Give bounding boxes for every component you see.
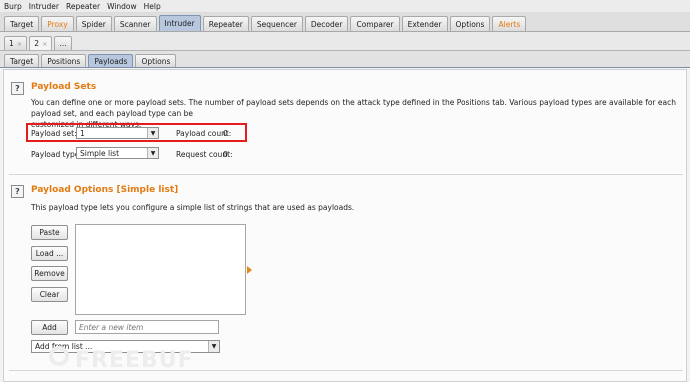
section-divider: [9, 174, 683, 175]
subtab-options[interactable]: Options: [135, 54, 177, 67]
tab-alerts[interactable]: Alerts: [492, 16, 527, 31]
payload-list[interactable]: [75, 224, 246, 315]
request-count-value: 0: [223, 150, 228, 159]
close-icon[interactable]: ×: [42, 40, 47, 48]
menu-repeater[interactable]: Repeater: [66, 2, 100, 11]
dropdown-arrow-icon: ▼: [147, 148, 158, 158]
tab-spider[interactable]: Spider: [75, 16, 112, 31]
description-line: You can define one or more payload sets.…: [31, 98, 676, 118]
payload-set-value: 1: [80, 128, 85, 138]
payload-options-title: Payload Options [Simple list]: [31, 185, 179, 195]
instance-tab-2[interactable]: 2 ×: [29, 36, 53, 50]
main-tab-bar: Target Proxy Spider Scanner Intruder Rep…: [0, 13, 690, 32]
tab-target[interactable]: Target: [4, 16, 40, 31]
clear-button[interactable]: Clear: [31, 287, 68, 302]
remove-button[interactable]: Remove: [31, 266, 68, 281]
watermark-logo-icon: [49, 346, 69, 366]
new-instance-tab[interactable]: ...: [54, 36, 72, 50]
tab-intruder[interactable]: Intruder: [158, 15, 201, 31]
payload-sets-title: Payload Sets: [31, 82, 97, 92]
subtab-target[interactable]: Target: [4, 54, 40, 67]
menu-bar: Burp Intruder Repeater Window Help: [0, 0, 690, 13]
new-item-input[interactable]: [75, 320, 219, 334]
play-arrow-icon[interactable]: [247, 266, 252, 274]
payload-type-select[interactable]: Simple list ▼: [76, 147, 159, 159]
close-icon[interactable]: ×: [17, 40, 22, 48]
dropdown-arrow-icon: ▼: [147, 128, 158, 138]
tab-sequencer[interactable]: Sequencer: [250, 16, 303, 31]
subtab-payloads[interactable]: Payloads: [88, 54, 134, 67]
tab-scanner[interactable]: Scanner: [113, 16, 157, 31]
menu-window[interactable]: Window: [107, 2, 137, 11]
section-divider: [9, 370, 683, 371]
new-item-field[interactable]: [76, 321, 218, 333]
payloads-panel: ? Payload Sets You can define one or mor…: [3, 69, 687, 382]
payload-set-select[interactable]: 1 ▼: [76, 127, 159, 139]
sub-tab-bar: Target Positions Payloads Options: [0, 51, 690, 68]
instance-tab-label: 1: [9, 39, 14, 48]
tab-proxy[interactable]: Proxy: [41, 16, 74, 31]
payload-options-description: This payload type lets you configure a s…: [31, 203, 355, 212]
menu-help[interactable]: Help: [144, 2, 161, 11]
instance-tab-1[interactable]: 1 ×: [4, 36, 28, 50]
tab-comparer[interactable]: Comparer: [350, 16, 400, 31]
tab-repeater[interactable]: Repeater: [202, 16, 249, 31]
help-icon[interactable]: ?: [11, 185, 24, 198]
menu-burp[interactable]: Burp: [4, 2, 22, 11]
payload-type-label: Payload type:: [31, 150, 82, 159]
load-button[interactable]: Load ...: [31, 246, 68, 261]
dropdown-arrow-icon: ▼: [208, 341, 219, 352]
tab-options[interactable]: Options: [449, 16, 491, 31]
payload-set-label: Payload set:: [31, 129, 77, 138]
add-button[interactable]: Add: [31, 320, 68, 335]
payload-type-value: Simple list: [80, 148, 120, 158]
instance-tab-bar: 1 × 2 × ...: [0, 32, 690, 51]
paste-button[interactable]: Paste: [31, 225, 68, 240]
tab-decoder[interactable]: Decoder: [304, 16, 349, 31]
menu-intruder[interactable]: Intruder: [29, 2, 59, 11]
instance-tab-label: 2: [34, 39, 40, 48]
tab-extender[interactable]: Extender: [401, 16, 448, 31]
subtab-positions[interactable]: Positions: [41, 54, 87, 67]
payload-count-value: 0: [223, 129, 228, 138]
help-icon[interactable]: ?: [11, 82, 24, 95]
